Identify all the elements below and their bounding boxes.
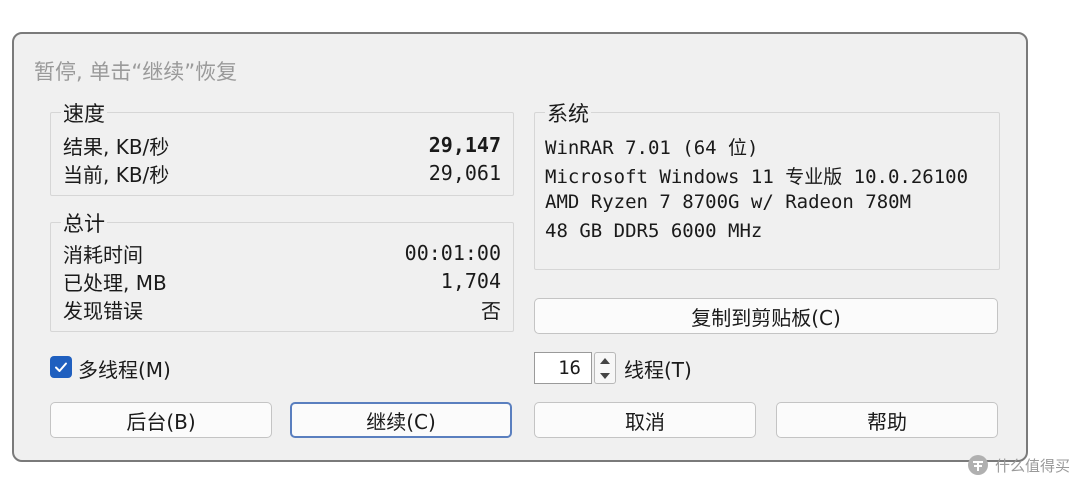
speed-result-label: 结果, KB/秒 — [63, 134, 170, 159]
processed-value: 1,704 — [440, 269, 501, 293]
spin-down-icon[interactable] — [595, 369, 615, 383]
system-line-cpu: AMD Ryzen 7 8700G w/ Radeon 780M — [545, 191, 912, 213]
elapsed-label: 消耗时间 — [63, 242, 143, 267]
threads-spinner[interactable] — [594, 352, 616, 384]
total-legend: 总计 — [61, 208, 107, 238]
cancel-button[interactable]: 取消 — [534, 402, 756, 438]
processed-row: 已处理, MB 1,704 — [63, 267, 501, 295]
speed-current-value: 29,061 — [428, 161, 501, 185]
speed-legend: 速度 — [61, 98, 107, 128]
watermark: 什么值得买 — [967, 454, 1070, 476]
elapsed-row: 消耗时间 00:01:00 — [63, 239, 501, 267]
system-legend: 系统 — [545, 98, 591, 128]
errors-label: 发现错误 — [63, 298, 143, 323]
total-group: 总计 消耗时间 00:01:00 已处理, MB 1,704 发现错误 否 — [50, 208, 514, 332]
help-button[interactable]: 帮助 — [776, 402, 998, 438]
watermark-logo-icon — [967, 455, 988, 475]
benchmark-dialog: 暂停, 单击“继续”恢复 速度 结果, KB/秒 29,147 当前, KB/秒… — [12, 32, 1028, 462]
speed-result-value: 29,147 — [428, 133, 501, 157]
processed-label: 已处理, MB — [63, 270, 167, 295]
system-line-os: Microsoft Windows 11 专业版 10.0.26100 — [545, 166, 969, 188]
errors-value: 否 — [481, 298, 501, 323]
speed-result-row: 结果, KB/秒 29,147 — [63, 131, 501, 159]
elapsed-value: 00:01:00 — [404, 241, 501, 265]
multithread-label[interactable]: 多线程(M) — [78, 354, 171, 383]
background-button[interactable]: 后台(B) — [50, 402, 272, 438]
speed-current-label: 当前, KB/秒 — [63, 162, 170, 187]
continue-button[interactable]: 继续(C) — [290, 402, 512, 438]
watermark-text: 什么值得买 — [994, 456, 1070, 475]
system-line-memory: 48 GB DDR5 6000 MHz — [545, 220, 763, 242]
multithread-checkbox[interactable] — [50, 356, 72, 378]
threads-input[interactable]: 16 — [534, 352, 592, 384]
spin-up-icon[interactable] — [595, 354, 615, 368]
copy-to-clipboard-button[interactable]: 复制到剪贴板(C) — [534, 298, 998, 334]
speed-current-row: 当前, KB/秒 29,061 — [63, 159, 501, 187]
system-group: 系统 WinRAR 7.01 (64 位) Microsoft Windows … — [534, 98, 1000, 270]
checkmark-icon — [55, 362, 67, 372]
dialog-title: 暂停, 单击“继续”恢复 — [34, 60, 238, 84]
speed-group: 速度 结果, KB/秒 29,147 当前, KB/秒 29,061 — [50, 98, 514, 196]
system-line-winrar: WinRAR 7.01 (64 位) — [545, 137, 759, 159]
errors-row: 发现错误 否 — [63, 295, 501, 323]
threads-label: 线程(T) — [624, 358, 692, 382]
